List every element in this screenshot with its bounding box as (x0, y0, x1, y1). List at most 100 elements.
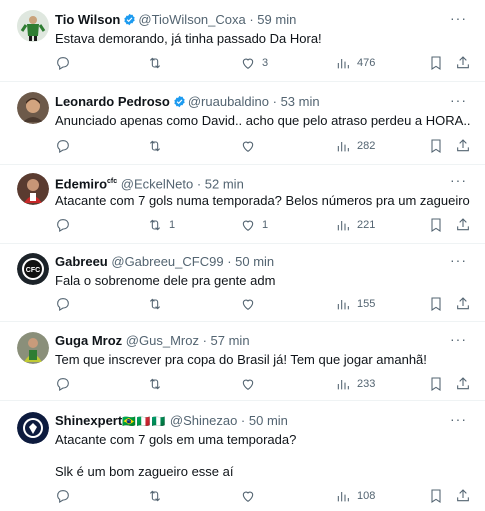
heart-icon (242, 299, 254, 310)
retweet-icon (149, 57, 161, 69)
retweet-button[interactable] (147, 487, 169, 505)
retweet-button[interactable] (147, 137, 169, 155)
bookmark-button[interactable] (428, 487, 444, 505)
timestamp[interactable]: 50 min (235, 254, 274, 269)
timestamp[interactable]: 53 min (281, 94, 320, 109)
reply-button[interactable] (55, 54, 77, 72)
share-icon (457, 489, 469, 502)
like-button[interactable]: 1 (240, 216, 268, 234)
reply-button[interactable] (55, 487, 77, 505)
timestamp[interactable]: 59 min (257, 12, 296, 27)
like-count: 3 (262, 57, 269, 69)
view-count: 282 (357, 140, 376, 152)
share-button[interactable] (455, 295, 471, 313)
bookmark-button[interactable] (428, 137, 444, 155)
bookmark-button[interactable] (428, 295, 444, 313)
more-options-icon[interactable]: ··· (450, 411, 467, 427)
bookmark-icon (431, 489, 441, 503)
views-button[interactable]: 282 (335, 137, 375, 155)
more-options-icon[interactable]: ··· (450, 252, 467, 268)
views-button[interactable]: 221 (335, 216, 375, 234)
retweet-button[interactable] (147, 375, 169, 393)
reply-icon (57, 298, 69, 311)
like-button[interactable] (240, 295, 262, 313)
tweet[interactable]: Guga Mroz @Gus_Mroz · 57 min ··· Tem que… (0, 322, 485, 401)
handle[interactable]: @TioWilson_Coxa (138, 12, 245, 27)
reply-icon (57, 57, 69, 70)
views-button[interactable]: 108 (335, 487, 375, 505)
handle[interactable]: @ruaubaldino (188, 94, 269, 109)
share-button[interactable] (455, 137, 471, 155)
avatar[interactable] (17, 92, 49, 124)
timestamp[interactable]: 52 min (205, 176, 244, 191)
views-icon (337, 59, 349, 69)
tweet[interactable]: Tio Wilson @TioWilson_Coxa · 59 min ··· E… (0, 0, 485, 82)
bookmark-button[interactable] (428, 375, 444, 393)
more-options-icon[interactable]: ··· (450, 10, 467, 26)
share-button[interactable] (455, 216, 471, 234)
like-button[interactable] (240, 487, 262, 505)
share-button[interactable] (455, 375, 471, 393)
flag-emojis: 🇧🇷🇮🇹🇳🇬 (122, 416, 167, 428)
verified-badge-icon (173, 95, 186, 112)
like-button[interactable] (240, 375, 262, 393)
more-options-icon[interactable]: ··· (450, 172, 467, 188)
display-name[interactable]: Tio Wilson (55, 12, 120, 27)
display-name[interactable]: Gabreeu (55, 254, 108, 269)
tweet-text: Anunciado apenas como David.. acho que p… (55, 113, 471, 128)
share-button[interactable] (455, 54, 471, 72)
bookmark-icon (431, 297, 441, 311)
tweet[interactable]: Shinexpert🇧🇷🇮🇹🇳🇬 @Shinezao · 50 min ··· … (0, 401, 485, 511)
tweet[interactable]: Edemirocfc @EckelNeto · 52 min ··· Ataca… (0, 165, 485, 244)
avatar[interactable]: CFC (17, 253, 49, 285)
reply-button[interactable] (55, 216, 77, 234)
retweet-button[interactable] (147, 295, 169, 313)
view-count: 108 (357, 490, 376, 502)
display-name[interactable]: Edemiro (55, 176, 107, 191)
avatar[interactable] (17, 173, 49, 205)
tweet[interactable]: CFC Gabreeu @Gabreeu_CFC99 · 50 min ··· … (0, 244, 485, 322)
handle[interactable]: @EckelNeto (121, 176, 193, 191)
views-icon (337, 492, 349, 502)
reply-button[interactable] (55, 137, 77, 155)
bookmark-button[interactable] (428, 216, 444, 234)
tweet-actions: 233 (55, 375, 475, 393)
more-options-icon[interactable]: ··· (450, 92, 467, 108)
views-icon (337, 221, 349, 231)
tweet[interactable]: Leonardo Pedroso @ruaubaldino · 53 min ··… (0, 82, 485, 165)
avatar[interactable] (17, 10, 49, 42)
handle[interactable]: @Shinezao (170, 413, 237, 428)
name-suffix: cfc (107, 178, 118, 185)
display-name[interactable]: Shinexpert (55, 413, 122, 428)
tweet-actions: 282 (55, 137, 475, 155)
heart-icon (242, 58, 254, 69)
views-button[interactable]: 476 (335, 54, 375, 72)
bookmark-button[interactable] (428, 54, 444, 72)
handle[interactable]: @Gus_Mroz (126, 333, 199, 348)
retweet-button[interactable] (147, 54, 169, 72)
reply-button[interactable] (55, 375, 77, 393)
views-button[interactable]: 155 (335, 295, 375, 313)
display-name[interactable]: Leonardo Pedroso (55, 94, 170, 109)
tweet-actions: 155 (55, 295, 475, 313)
retweet-icon (149, 298, 161, 310)
share-button[interactable] (455, 487, 471, 505)
more-options-icon[interactable]: ··· (450, 331, 467, 347)
reply-feed: Tio Wilson @TioWilson_Coxa · 59 min ··· E… (0, 0, 485, 511)
share-icon (457, 297, 469, 310)
display-name[interactable]: Guga Mroz (55, 333, 122, 348)
timestamp[interactable]: 57 min (211, 333, 250, 348)
retweet-button[interactable]: 1 (147, 216, 175, 234)
timestamp[interactable]: 50 min (249, 413, 288, 428)
views-icon (337, 142, 349, 152)
avatar[interactable] (17, 412, 49, 444)
reply-button[interactable] (55, 295, 77, 313)
reply-icon (57, 140, 69, 153)
retweet-icon (149, 219, 161, 231)
share-icon (457, 218, 469, 231)
views-button[interactable]: 233 (335, 375, 375, 393)
handle[interactable]: @Gabreeu_CFC99 (111, 254, 223, 269)
like-button[interactable] (240, 137, 262, 155)
like-button[interactable]: 3 (240, 54, 268, 72)
avatar[interactable] (17, 332, 49, 364)
